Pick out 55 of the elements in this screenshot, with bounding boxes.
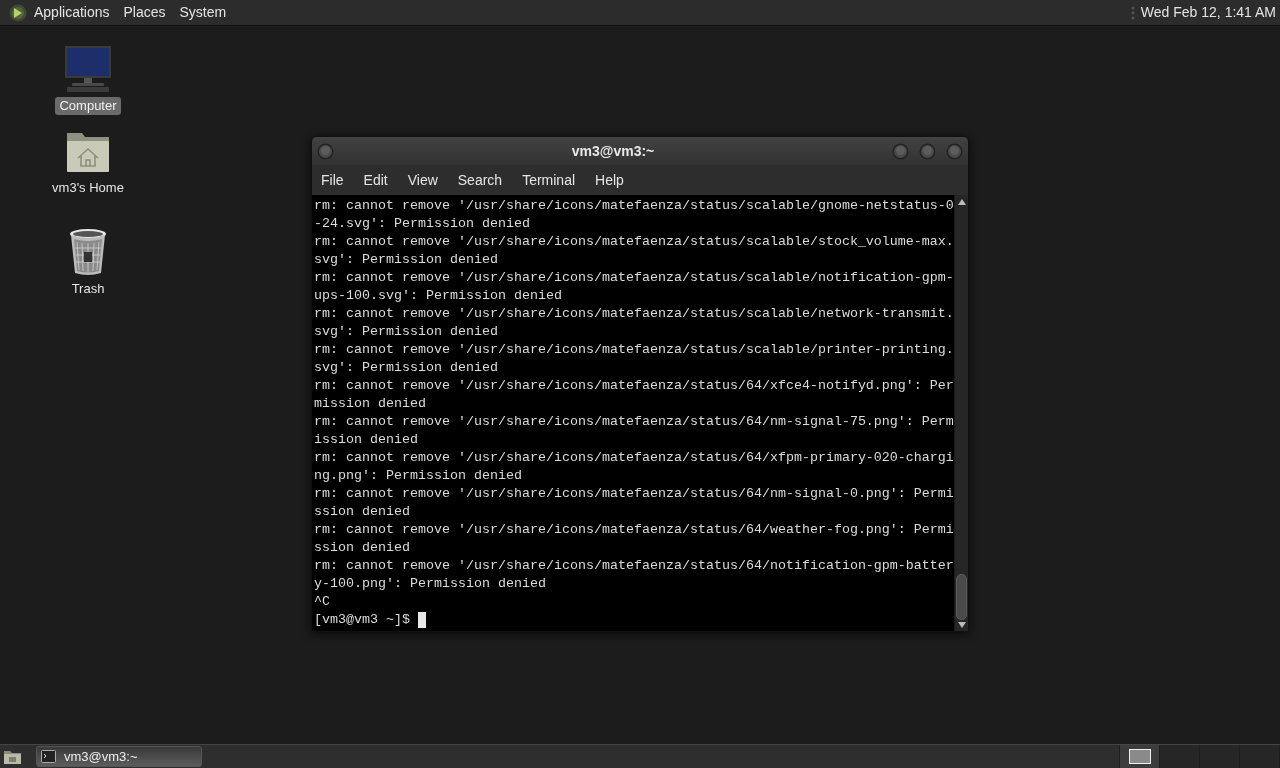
drag-handle-icon[interactable] — [1130, 4, 1135, 21]
computer-monitor-icon[interactable] — [64, 45, 112, 93]
window-title: vm3@vm3:~ — [570, 141, 656, 161]
menu-logo-icon[interactable] — [9, 3, 27, 22]
terminal-line: rm: cannot remove '/usr/share/icons/matefaenza/status/64/notification-gpm-batter — [314, 557, 954, 575]
terminal-line: ng.png': Permission denied — [314, 467, 522, 485]
panel-menu[interactable]: Places — [123, 2, 166, 23]
terminal-line: rm: cannot remove '/usr/share/icons/matefaenza/status/64/nm-signal-0.png': Permi — [314, 485, 954, 503]
terminal-line: rm: cannot remove '/usr/share/icons/matefaenza/status/scalable/network-transmit. — [314, 305, 954, 323]
terminal-line: mission denied — [314, 395, 426, 413]
terminal-line: rm: cannot remove '/usr/share/icons/matefaenza/status/64/xfce4-notifyd.png': Per — [314, 377, 954, 395]
minimize-button-icon[interactable] — [892, 142, 909, 160]
menu-item[interactable]: Terminal — [522, 171, 576, 189]
menu-item[interactable]: Edit — [363, 171, 388, 189]
terminal-line: y-100.png': Permission denied — [314, 575, 546, 593]
show-desktop-icon[interactable] — [3, 748, 22, 765]
panel-menu[interactable]: System — [179, 2, 227, 23]
terminal-icon — [41, 750, 56, 763]
scrollbar[interactable] — [954, 195, 968, 631]
terminal-line: rm: cannot remove '/usr/share/icons/matefaenza/status/64/nm-signal-75.png': Perm — [314, 413, 954, 431]
menu-item[interactable]: Help — [595, 171, 624, 189]
terminal-line: ission denied — [314, 431, 418, 449]
desktop-icon-label[interactable]: vm3's Home — [48, 179, 128, 197]
terminal-line: svg': Permission denied — [314, 323, 498, 341]
terminal-line: rm: cannot remove '/usr/share/icons/matefaenza/status/scalable/stock_volume-max. — [314, 233, 954, 251]
menu-item[interactable]: Search — [457, 171, 503, 189]
terminal-line: rm: cannot remove '/usr/share/icons/matefaenza/status/64/xfpm-primary-020-chargi — [314, 449, 954, 467]
scrollbar-thumb[interactable] — [956, 574, 967, 620]
maximize-button-icon[interactable] — [919, 142, 936, 160]
terminal-line: svg': Permission denied — [314, 359, 498, 377]
terminal-line: ups-100.svg': Permission denied — [314, 287, 562, 305]
close-button-icon[interactable] — [946, 142, 963, 160]
terminal-line: rm: cannot remove '/usr/share/icons/matefaenza/status/scalable/printer-printing. — [314, 341, 954, 359]
scroll-down-arrow-icon[interactable] — [957, 622, 966, 628]
terminal-line: rm: cannot remove '/usr/share/icons/matefaenza/status/scalable/gnome-netstatus-0 — [314, 197, 954, 215]
terminal-line: rm: cannot remove '/usr/share/icons/matefaenza/status/scalable/notification-gpm- — [314, 269, 954, 287]
trash-bin-icon[interactable] — [68, 228, 108, 276]
panel-clock[interactable]: Wed Feb 12, 1:41 AM — [1140, 2, 1276, 23]
panel-menu[interactable]: Applications — [34, 2, 110, 23]
terminal-line: -24.svg': Permission denied — [314, 215, 530, 233]
terminal-line: ssion denied — [314, 539, 410, 557]
terminal-line: ssion denied — [314, 503, 410, 521]
scroll-up-arrow-icon[interactable] — [957, 199, 966, 205]
terminal-line: ^C — [314, 593, 330, 611]
taskbar-button[interactable]: vm3@vm3:~ — [36, 746, 202, 767]
workspace[interactable] — [1120, 745, 1160, 768]
desktop-icon-label[interactable]: Trash — [67, 280, 109, 298]
window-menu-button-icon[interactable] — [317, 142, 334, 160]
shell-prompt: [vm3@vm3 ~]$ — [314, 611, 410, 629]
terminal-line: svg': Permission denied — [314, 251, 498, 269]
menu-item[interactable]: View — [407, 171, 438, 189]
menu-item[interactable]: File — [321, 171, 344, 189]
desktop-icon-label[interactable]: Computer — [55, 97, 121, 115]
text-cursor-icon — [418, 612, 426, 628]
terminal-line: rm: cannot remove '/usr/share/icons/matefaenza/status/64/weather-fog.png': Permi — [314, 521, 954, 539]
